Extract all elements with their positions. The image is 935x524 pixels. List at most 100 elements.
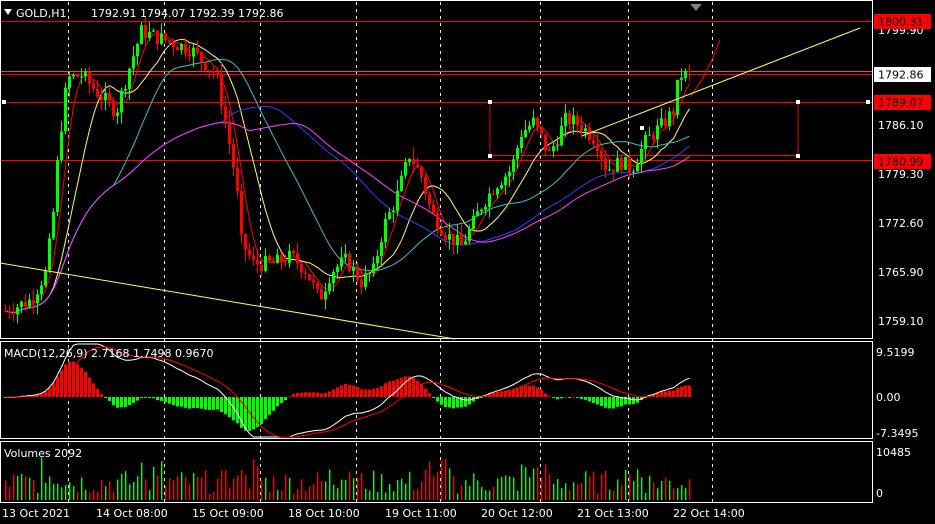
symbol-label: GOLD,H1	[16, 7, 67, 20]
volume-bar	[501, 476, 503, 500]
histogram-bar	[264, 397, 267, 420]
dropdown-triangle-icon[interactable]	[4, 9, 12, 15]
volume-bar	[65, 485, 67, 500]
histogram-bar	[112, 397, 115, 406]
histogram-bar	[432, 397, 435, 398]
histogram-bar	[632, 397, 635, 405]
candle-body	[248, 250, 251, 256]
trading-chart[interactable]: GOLD,H1 1792.91 1794.07 1792.39 1792.86 …	[0, 0, 935, 524]
time-axis[interactable]: 13 Oct 2021 14 Oct 08:00 15 Oct 09:00 18…	[2, 507, 745, 520]
volume-bar	[37, 492, 39, 500]
volume-bar	[653, 482, 655, 500]
price-label: 1786.10	[878, 119, 924, 132]
volume-bar	[109, 481, 111, 500]
histogram-bar	[528, 385, 531, 397]
volume-bar	[129, 484, 131, 500]
svg-text:1780.99: 1780.99	[878, 156, 924, 169]
rectangle-object[interactable]	[488, 100, 800, 158]
volume-bar	[689, 479, 691, 500]
candle-body	[148, 31, 151, 39]
volume-bar	[173, 480, 175, 500]
candle-body	[288, 250, 291, 264]
candle-body	[304, 272, 307, 274]
histogram-bar	[288, 396, 291, 398]
candle-body	[352, 266, 355, 271]
candle-body	[588, 128, 591, 140]
histogram-bar	[560, 397, 563, 399]
candle-body	[452, 234, 455, 246]
candle-body	[392, 210, 395, 213]
horizontal-lines[interactable]	[1, 21, 872, 161]
histogram-bar	[564, 396, 567, 398]
histogram-bar	[360, 389, 363, 397]
candle-body	[408, 158, 411, 162]
histogram-bar	[348, 384, 351, 397]
candle-body	[480, 209, 483, 212]
histogram-bar	[456, 397, 459, 408]
candle-body	[280, 254, 283, 263]
volume-bar	[89, 492, 91, 500]
histogram-bar	[276, 397, 279, 407]
shift-marker-icon[interactable]	[690, 4, 702, 11]
volume-bar	[429, 461, 431, 500]
volume-bar	[153, 466, 155, 500]
candle-body	[84, 71, 87, 77]
candle-body	[8, 310, 11, 314]
volume-bar	[397, 480, 399, 500]
price-axis[interactable]: 1799.90 1786.10 1779.30 1772.60 1765.90 …	[874, 14, 931, 500]
volume-bar	[273, 476, 275, 500]
histogram-bar	[252, 397, 255, 430]
candle-body	[644, 135, 647, 149]
histogram-bar	[464, 397, 467, 407]
candle-body	[380, 242, 383, 257]
candle-body	[432, 204, 435, 214]
volume-bar	[341, 479, 343, 500]
histogram-bar	[540, 389, 543, 397]
histogram-bar	[204, 397, 207, 410]
candle-body	[488, 193, 491, 207]
candle-body	[12, 313, 15, 315]
candle-body	[212, 70, 215, 73]
volume-bar	[353, 478, 355, 500]
candle-body	[216, 72, 219, 74]
candle-body	[40, 285, 43, 295]
histogram-bar	[552, 397, 555, 399]
volume-bar	[9, 486, 11, 500]
histogram-bar	[192, 397, 195, 409]
volume-bar	[41, 457, 43, 500]
histogram-bar	[108, 397, 111, 402]
volume-bar	[113, 492, 115, 500]
candle-body	[244, 234, 247, 251]
volume-bar	[457, 493, 459, 500]
histogram-bar	[336, 387, 339, 397]
volume-bar	[381, 474, 383, 500]
candle-body	[400, 175, 403, 191]
volume-bar	[685, 487, 687, 500]
candle-body	[584, 128, 587, 131]
histogram-bar	[420, 384, 423, 397]
histogram-bar	[224, 397, 227, 415]
volume-bar	[229, 487, 231, 500]
candle-body	[536, 117, 539, 127]
candle-body	[192, 47, 195, 57]
candle-body	[272, 260, 275, 264]
candle-body	[36, 294, 39, 304]
candle-body	[68, 76, 71, 88]
volume-bar	[237, 475, 239, 500]
badge-1781: 1780.99	[874, 154, 931, 169]
candle-body	[80, 76, 83, 78]
candle-body	[64, 87, 67, 132]
candle-body	[596, 143, 599, 152]
candle-body	[112, 100, 115, 116]
time-label: 20 Oct 12:00	[481, 507, 553, 520]
volume-bar	[541, 477, 543, 500]
candle-body	[344, 253, 347, 258]
candle-body	[312, 280, 315, 283]
candle-body	[496, 188, 499, 195]
histogram-bar	[164, 397, 167, 403]
volume-bar	[589, 476, 591, 500]
candle-body	[416, 164, 419, 168]
volume-bar	[637, 469, 639, 500]
candle-body	[92, 83, 95, 89]
histogram-bar	[544, 393, 547, 397]
